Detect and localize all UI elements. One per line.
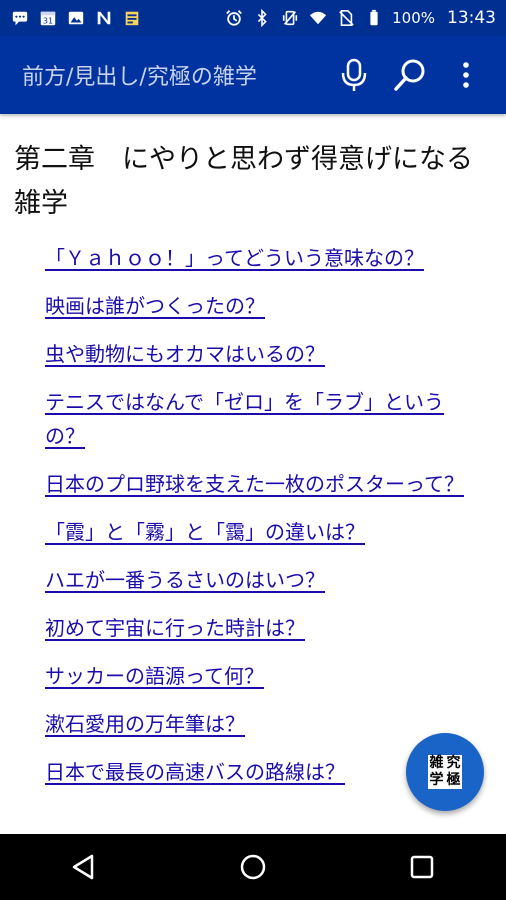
logo-char: 雑 <box>429 755 444 771</box>
recents-icon <box>410 855 433 879</box>
article-list: 「Ｙａｈｏｏ！」ってどういう意味なの？ 映画は誰がつくったの？ 虫や動物にもオカ… <box>0 242 506 790</box>
article-content[interactable]: 第二章 にやりと思わず得意げになる雑学 「Ｙａｈｏｏ！」ってどういう意味なの？ … <box>0 114 506 834</box>
voice-search-button[interactable] <box>326 47 382 103</box>
overflow-menu-button[interactable] <box>438 47 494 103</box>
search-icon <box>394 59 425 91</box>
list-item: 日本のプロ野球を支えた一枚のポスターって？ <box>45 468 482 502</box>
list-item: 「Ｙａｈｏｏ！」ってどういう意味なの？ <box>45 242 482 276</box>
article-link[interactable]: 漱石愛用の万年筆は？ <box>45 712 245 736</box>
app-logo-icon: 雑 究 学 極 <box>428 755 462 789</box>
mic-icon <box>341 58 367 91</box>
article-link[interactable]: ハエが一番うるさいのはいつ？ <box>45 568 325 592</box>
home-button[interactable] <box>223 837 283 897</box>
vibrate-icon <box>280 8 300 28</box>
app-logo-fab-button[interactable]: 雑 究 学 極 <box>406 733 484 811</box>
status-right-icons: 100% 13:43 <box>224 8 496 28</box>
article-link[interactable]: 初めて宇宙に行った時計は？ <box>45 616 305 640</box>
system-nav-bar <box>0 834 506 900</box>
article-link[interactable]: 「Ｙａｈｏｏ！」ってどういう意味なの？ <box>45 246 424 270</box>
home-icon <box>240 854 266 880</box>
logo-char: 学 <box>429 772 444 788</box>
wifi-icon <box>308 8 328 28</box>
article-link[interactable]: 日本で最長の高速バスの路線は？ <box>45 760 345 784</box>
logo-char: 極 <box>446 772 461 788</box>
battery-level: 100% <box>392 9 435 27</box>
n-icon <box>94 8 114 28</box>
breadcrumb-title: 前方/見出し/究極の雑学 <box>22 65 257 90</box>
bluetooth-icon <box>252 8 272 28</box>
article-link[interactable]: テニスではなんで「ゼロ」を「ラブ」というの？ <box>45 390 444 448</box>
back-button[interactable] <box>54 837 114 897</box>
svg-text:31: 31 <box>43 15 53 25</box>
article-link[interactable]: 映画は誰がつくったの？ <box>45 294 265 318</box>
article-link[interactable]: 「霞」と「霧」と「靄」の違いは？ <box>45 520 365 544</box>
list-item: 映画は誰がつくったの？ <box>45 290 482 324</box>
article-link[interactable]: 日本のプロ野球を支えた一枚のポスターって？ <box>45 472 464 496</box>
list-item: サッカーの語源って何？ <box>45 660 482 694</box>
back-icon <box>73 854 94 880</box>
list-item: 漱石愛用の万年筆は？ <box>45 708 482 742</box>
no-sim-icon <box>336 8 356 28</box>
image-icon <box>66 8 86 28</box>
clock: 13:43 <box>447 8 496 28</box>
battery-icon <box>364 8 384 28</box>
article-link[interactable]: サッカーの語源って何？ <box>45 664 264 688</box>
article-link[interactable]: 虫や動物にもオカマはいるの？ <box>45 342 325 366</box>
logo-char: 究 <box>446 755 461 771</box>
recents-button[interactable] <box>392 837 452 897</box>
list-item: 初めて宇宙に行った時計は？ <box>45 612 482 646</box>
status-left-icons: 31 <box>10 8 142 28</box>
more-vert-icon <box>463 62 469 88</box>
status-bar: 31 100% 13:43 <box>0 0 506 36</box>
message-icon <box>10 8 30 28</box>
calendar-icon: 31 <box>38 8 58 28</box>
list-item: 「霞」と「霧」と「靄」の違いは？ <box>45 516 482 550</box>
list-item: テニスではなんで「ゼロ」を「ラブ」というの？ <box>45 386 482 454</box>
news-icon <box>122 8 142 28</box>
app-bar: 前方/見出し/究極の雑学 <box>0 36 506 114</box>
list-item: ハエが一番うるさいのはいつ？ <box>45 564 482 598</box>
chapter-title: 第二章 にやりと思わず得意げになる雑学 <box>14 144 473 219</box>
search-button[interactable] <box>382 47 438 103</box>
alarm-icon <box>224 8 244 28</box>
list-item: 虫や動物にもオカマはいるの？ <box>45 338 482 372</box>
